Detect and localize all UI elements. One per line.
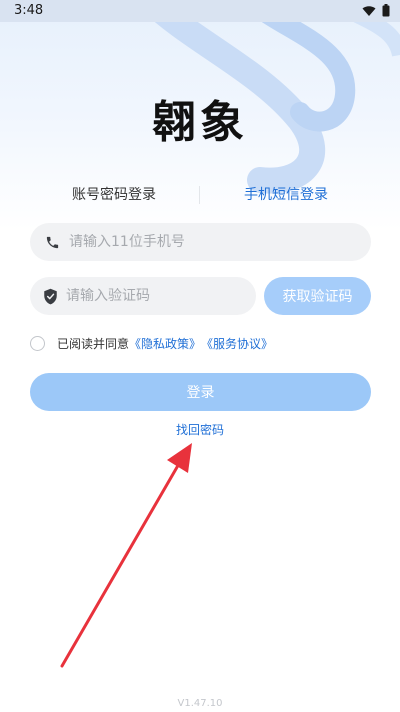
agreement-row: 已阅读并同意 《隐私政策》 《服务协议》 (30, 333, 273, 353)
tab-divider (199, 186, 200, 204)
status-time: 3:48 (14, 3, 44, 18)
phone-icon (43, 233, 61, 251)
phone-field[interactable] (30, 223, 371, 261)
wifi-icon (362, 5, 376, 16)
agreement-text: 已阅读并同意 (57, 336, 130, 351)
login-tabs: 账号密码登录 手机短信登录 (0, 184, 400, 210)
battery-icon (382, 4, 390, 17)
login-button[interactable]: 登录 (30, 373, 371, 411)
status-bar: 3:48 (0, 0, 400, 22)
privacy-policy-link[interactable]: 《隐私政策》 (129, 335, 201, 352)
get-code-button[interactable]: 获取验证码 (264, 277, 371, 315)
version-label: V1.47.10 (177, 698, 223, 709)
phone-input[interactable] (69, 234, 309, 250)
shield-icon (43, 287, 58, 305)
service-agreement-link[interactable]: 《服务协议》 (201, 335, 273, 352)
status-icons (362, 4, 390, 17)
tab-sms-login[interactable]: 手机短信登录 (244, 184, 328, 204)
app-logo: 翱象 (152, 97, 248, 148)
tab-account-password[interactable]: 账号密码登录 (72, 184, 156, 204)
forgot-password-link[interactable]: 找回密码 (0, 421, 400, 438)
agreement-checkbox[interactable] (30, 335, 45, 351)
verification-code-input[interactable] (66, 288, 256, 304)
annotation-arrow (60, 443, 192, 668)
verification-code-field[interactable] (30, 277, 256, 315)
